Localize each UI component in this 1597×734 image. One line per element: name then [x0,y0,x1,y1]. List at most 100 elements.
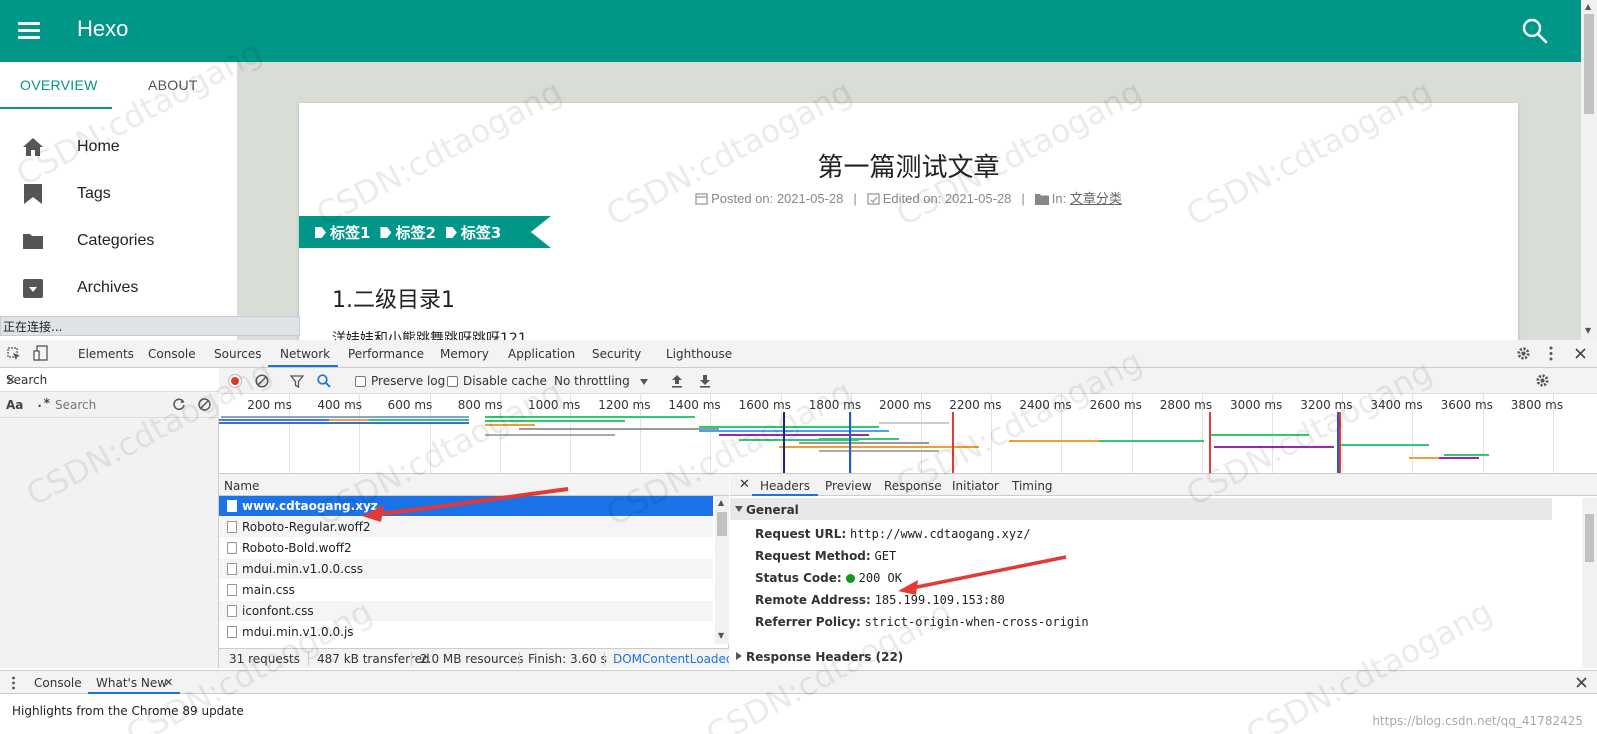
devtools-panel: Elements Console Sources Network Perform… [0,340,1597,734]
scroll-up-icon[interactable]: ▲ [718,498,724,507]
timeline-bar [219,416,469,418]
clear-log-icon[interactable] [255,374,269,388]
filter-icon[interactable] [290,375,304,388]
timeline-bar [819,450,939,452]
table-row[interactable]: mdui.min.v1.0.0.css [219,559,713,579]
header-row-remote-address: Remote Address: 185.199.109.153:80 [755,593,1005,607]
close-search-icon[interactable]: ✕ [6,373,211,387]
timeline-bar [329,419,369,421]
table-row[interactable]: Roboto-Bold.woff2 [219,538,713,558]
chevron-down-icon[interactable] [640,379,648,385]
timeline-bar [1444,454,1489,456]
drawer-menu-icon[interactable] [11,676,16,690]
network-overview-timeline[interactable]: 200 ms 400 ms 600 ms 800 ms 1000 ms 1200 ms 14… [219,394,1597,474]
drawer-tab-whats-new[interactable]: What's New [96,676,167,690]
drawer-tabs: OVERVIEW ABOUT [0,62,237,110]
table-row[interactable]: www.cdtaogang.xyz [219,496,713,516]
tab-timing[interactable]: Timing [1012,479,1053,493]
drawer-tab-console[interactable]: Console [34,676,82,690]
page-scrollbar[interactable]: ▲ ▼ [1581,0,1597,340]
preserve-log-checkbox[interactable] [355,376,366,387]
tab-preview[interactable]: Preview [825,479,872,493]
close-tab-icon[interactable]: ✕ [164,676,173,689]
tab-memory[interactable]: Memory [440,347,489,361]
browser-status-bar: 正在连接... [0,316,300,336]
close-drawer-icon[interactable] [1576,677,1587,688]
scroll-thumb[interactable] [717,512,727,536]
inspect-element-icon[interactable] [7,347,21,361]
search-icon[interactable] [1522,18,1548,44]
status-ok-dot-icon [845,574,855,583]
search-input[interactable] [55,395,165,414]
nav-item-home[interactable]: Home [0,125,237,171]
tab-response[interactable]: Response [884,479,942,493]
tab-elements[interactable]: Elements [78,347,134,361]
disable-cache-checkbox[interactable] [447,376,458,387]
scroll-down-icon[interactable]: ▼ [1585,326,1591,335]
scroll-thumb[interactable] [1585,514,1594,562]
throttling-select[interactable]: No throttling [554,374,630,388]
import-har-icon[interactable] [671,374,683,388]
request-name: main.css [242,583,295,597]
clear-icon[interactable] [198,398,211,411]
search-icon[interactable] [317,374,331,388]
nav-item-tags[interactable]: Tags [0,172,237,218]
timeline-bar [799,442,929,444]
table-row[interactable]: mdui.min.v1.0.0.js [219,622,713,642]
refresh-icon[interactable] [173,398,186,411]
name-column-header[interactable]: Name [224,479,259,493]
home-icon [23,138,43,156]
table-row[interactable]: Roboto-Regular.woff2 [219,517,713,537]
settings-gear-icon[interactable] [1516,346,1531,361]
details-scrollbar[interactable] [1582,498,1597,668]
scroll-thumb[interactable] [1584,14,1594,114]
category-link[interactable]: 文章分类 [1070,191,1122,206]
close-details-icon[interactable]: ✕ [739,477,750,492]
close-devtools-icon[interactable] [1575,348,1586,359]
request-list-scrollbar[interactable]: ▲ ▼ [715,496,729,644]
tab-sources[interactable]: Sources [214,347,261,361]
tab-console[interactable]: Console [148,347,196,361]
more-options-icon[interactable] [1548,346,1554,361]
tag-item[interactable]: 标签1 [315,224,370,242]
general-section-header[interactable]: General [730,498,1552,520]
timeline-bar [219,416,221,418]
table-row[interactable]: main.css [219,580,713,600]
device-toggle-icon[interactable] [33,345,49,361]
active-detail-tab-indicator [752,494,818,496]
tab-lighthouse[interactable]: Lighthouse [666,347,732,361]
nav-item-archives[interactable]: Archives [0,266,237,312]
tab-initiator[interactable]: Initiator [952,479,999,493]
tab-application[interactable]: Application [508,347,575,361]
network-settings-icon[interactable] [1535,373,1550,388]
timeline-bar [485,416,695,418]
calendar-icon [695,193,708,205]
menu-icon[interactable] [18,22,40,39]
record-button[interactable] [228,374,242,388]
timeline-bar [1439,457,1479,459]
tab-network[interactable]: Network [280,347,330,361]
header-row-request-method: Request Method: GET [755,549,897,563]
request-list-header: Name [219,474,729,496]
regex-icon[interactable]: .* [36,396,50,410]
tab-security[interactable]: Security [592,347,641,361]
tab-overview[interactable]: OVERVIEW [20,77,98,93]
match-case-icon[interactable]: Aa [6,398,23,412]
export-har-icon[interactable] [699,374,711,388]
tab-about[interactable]: ABOUT [148,77,198,93]
tag-icon [315,227,326,238]
response-headers-section-header[interactable]: Response Headers (22) [730,646,1552,668]
table-row[interactable]: iconfont.css [219,601,713,621]
scroll-up-icon[interactable]: ▲ [1585,2,1591,11]
tab-performance[interactable]: Performance [348,347,424,361]
disable-cache-label: Disable cache [463,374,547,388]
finish-time: Finish: 3.60 s [528,652,607,666]
nav-item-categories[interactable]: Categories [0,219,237,265]
tag-item[interactable]: 标签2 [380,224,436,242]
tab-headers[interactable]: Headers [760,479,810,493]
request-count: 31 requests [229,652,300,666]
scroll-down-icon[interactable]: ▼ [718,631,724,640]
tag-item[interactable]: 标签3 [445,224,501,242]
site-brand[interactable]: Hexo [77,16,128,42]
timeline-bar [519,428,719,430]
